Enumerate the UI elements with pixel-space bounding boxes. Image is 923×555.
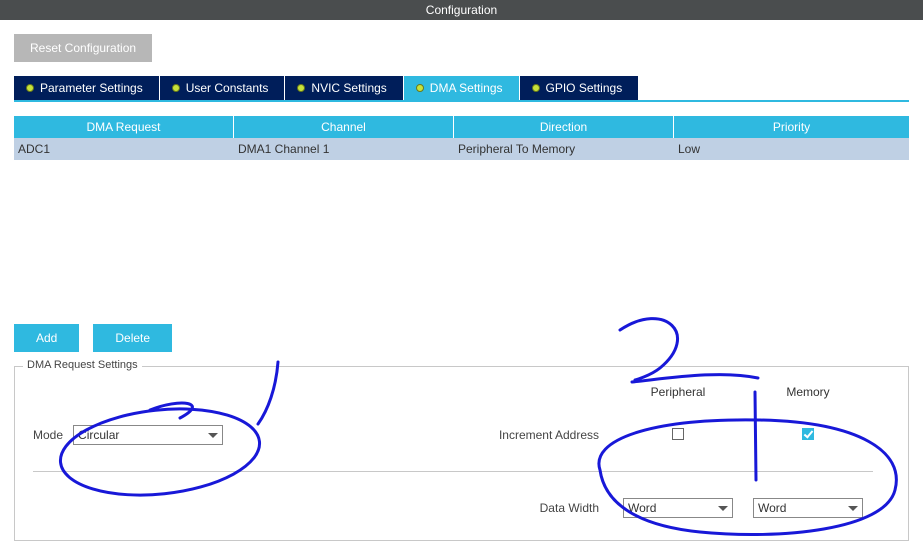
tab-label: User Constants: [186, 81, 269, 95]
th-dma-request[interactable]: DMA Request: [14, 116, 234, 138]
tab-label: GPIO Settings: [546, 81, 623, 95]
increment-peripheral-checkbox[interactable]: [672, 428, 684, 440]
chevron-down-icon: [208, 433, 218, 438]
status-dot-icon: [172, 84, 180, 92]
tab-parameter-settings[interactable]: Parameter Settings: [14, 76, 160, 100]
table-empty-area: [14, 160, 909, 310]
dma-table: DMA Request Channel Direction Priority A…: [14, 116, 909, 310]
status-dot-icon: [532, 84, 540, 92]
td-channel: DMA1 Channel 1: [234, 139, 454, 159]
chevron-down-icon: [718, 506, 728, 511]
mode-label: Mode: [33, 428, 63, 442]
delete-button[interactable]: Delete: [93, 324, 172, 352]
status-dot-icon: [297, 84, 305, 92]
mode-select[interactable]: Circular: [73, 425, 223, 445]
tab-label: Parameter Settings: [40, 81, 143, 95]
tab-bar: Parameter Settings User Constants NVIC S…: [14, 76, 909, 102]
td-direction: Peripheral To Memory: [454, 139, 674, 159]
mode-value: Circular: [78, 428, 119, 442]
tab-nvic-settings[interactable]: NVIC Settings: [285, 76, 403, 100]
reset-label: Reset Configuration: [30, 41, 136, 55]
col-header-peripheral: Peripheral: [613, 385, 743, 399]
datawidth-peripheral-value: Word: [628, 501, 656, 515]
window-title: Configuration: [426, 3, 497, 17]
tab-user-constants[interactable]: User Constants: [160, 76, 286, 100]
data-width-label: Data Width: [473, 501, 613, 515]
td-priority: Low: [674, 139, 909, 159]
tab-label: NVIC Settings: [311, 81, 386, 95]
chevron-down-icon: [848, 506, 858, 511]
td-request: ADC1: [14, 139, 234, 159]
col-header-memory: Memory: [743, 385, 873, 399]
datawidth-memory-value: Word: [758, 501, 786, 515]
table-row[interactable]: ADC1 DMA1 Channel 1 Peripheral To Memory…: [14, 138, 909, 160]
reset-configuration-button[interactable]: Reset Configuration: [14, 34, 152, 62]
tab-gpio-settings[interactable]: GPIO Settings: [520, 76, 640, 100]
th-direction[interactable]: Direction: [454, 116, 674, 138]
tab-dma-settings[interactable]: DMA Settings: [404, 76, 520, 100]
add-label: Add: [36, 331, 57, 345]
title-bar: Configuration: [0, 0, 923, 20]
data-width-memory-select[interactable]: Word: [753, 498, 863, 518]
data-width-peripheral-select[interactable]: Word: [623, 498, 733, 518]
divider: [33, 471, 873, 472]
th-channel[interactable]: Channel: [234, 116, 454, 138]
fieldset-legend: DMA Request Settings: [23, 359, 142, 371]
delete-label: Delete: [115, 331, 150, 345]
status-dot-icon: [26, 84, 34, 92]
add-button[interactable]: Add: [14, 324, 79, 352]
dma-request-settings-group: DMA Request Settings Peripheral Memory M…: [14, 366, 909, 541]
increment-address-label: Increment Address: [473, 428, 613, 442]
increment-memory-checkbox[interactable]: [802, 428, 814, 440]
status-dot-icon: [416, 84, 424, 92]
th-priority[interactable]: Priority: [674, 116, 909, 138]
tab-label: DMA Settings: [430, 81, 503, 95]
